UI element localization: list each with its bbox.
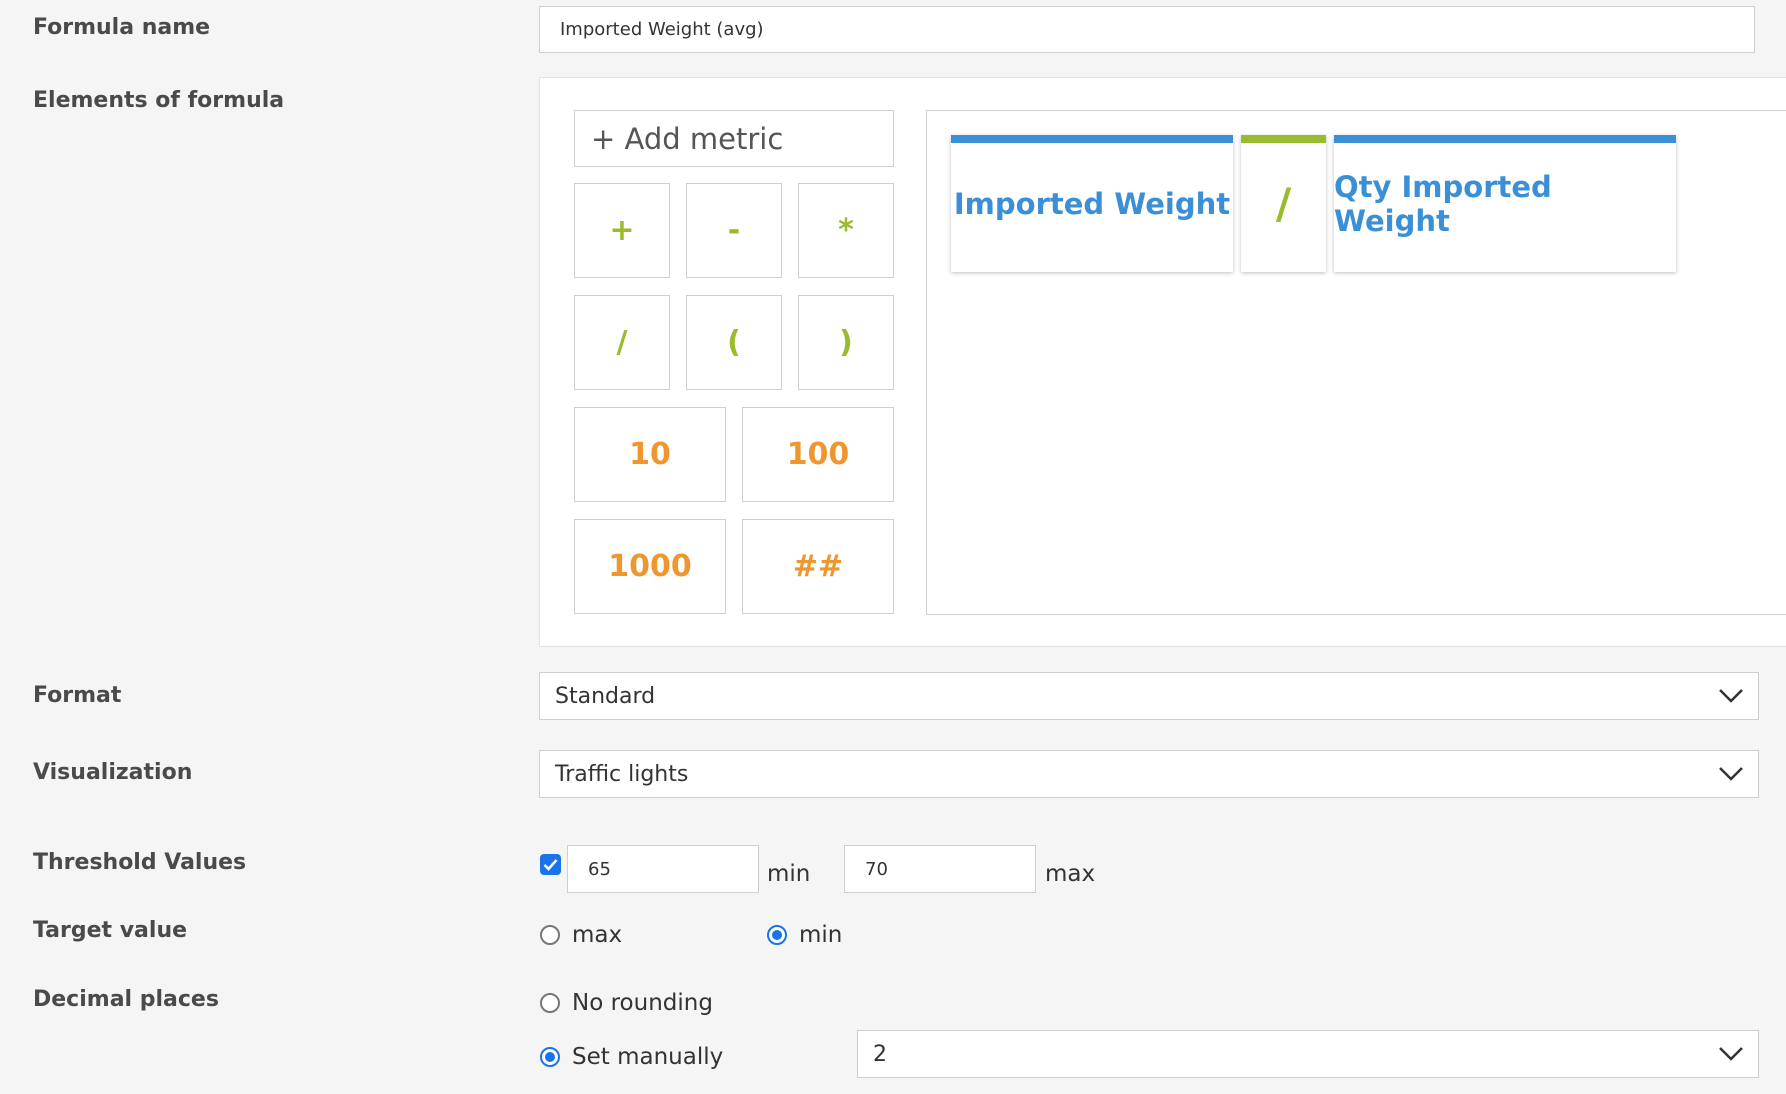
visualization-selected-value: Traffic lights — [555, 761, 689, 787]
threshold-min-input[interactable]: 65 — [567, 845, 759, 893]
formula-token-label: / — [1275, 179, 1292, 228]
formula-token-operator[interactable]: / — [1241, 135, 1326, 272]
target-max-label: max — [572, 922, 623, 948]
operator-close-paren-button[interactable]: ) — [798, 295, 894, 390]
visualization-label: Visualization — [33, 760, 193, 785]
operator-minus-button[interactable]: - — [686, 183, 782, 278]
constant-100-button[interactable]: 100 — [742, 407, 894, 502]
chevron-down-icon — [1719, 767, 1743, 781]
formula-token-metric[interactable]: Imported Weight — [951, 135, 1233, 272]
formula-name-input[interactable]: Imported Weight (avg) — [539, 6, 1755, 53]
threshold-label: Threshold Values — [33, 850, 247, 875]
set-manually-radio[interactable] — [540, 1047, 560, 1067]
formula-token-label: Qty Imported Weight — [1334, 169, 1552, 238]
set-manually-label: Set manually — [572, 1044, 724, 1070]
check-icon — [543, 859, 558, 871]
add-metric-button[interactable]: + Add metric — [574, 110, 894, 167]
formula-token-label: Imported Weight — [953, 186, 1231, 221]
decimal-places-select[interactable]: 2 — [857, 1030, 1759, 1078]
constant-10-button[interactable]: 10 — [574, 407, 726, 502]
add-metric-label: + Add metric — [591, 121, 784, 156]
chevron-down-icon — [1719, 1047, 1743, 1061]
constant-1000-button[interactable]: 1000 — [574, 519, 726, 614]
chevron-down-icon — [1719, 689, 1743, 703]
threshold-max-label: max — [1045, 861, 1096, 887]
decimal-places-value: 2 — [873, 1041, 887, 1067]
target-min-label: min — [799, 922, 843, 948]
no-rounding-label: No rounding — [572, 990, 713, 1016]
formula-token-metric[interactable]: Qty Imported Weight — [1334, 135, 1676, 272]
target-max-radio[interactable] — [540, 925, 560, 945]
threshold-checkbox[interactable] — [540, 854, 561, 875]
constant-custom-button[interactable]: ## — [742, 519, 894, 614]
formula-name-value: Imported Weight (avg) — [560, 19, 764, 40]
decimal-places-label: Decimal places — [33, 987, 219, 1012]
format-selected-value: Standard — [555, 683, 656, 709]
threshold-min-label: min — [767, 861, 811, 887]
formula-name-label: Formula name — [33, 15, 211, 40]
operator-plus-button[interactable]: + — [574, 183, 670, 278]
target-min-radio[interactable] — [767, 925, 787, 945]
operator-open-paren-button[interactable]: ( — [686, 295, 782, 390]
visualization-select[interactable]: Traffic lights — [539, 750, 1759, 798]
operator-divide-button[interactable]: / — [574, 295, 670, 390]
target-value-label: Target value — [33, 918, 188, 943]
format-select[interactable]: Standard — [539, 672, 1759, 720]
elements-label: Elements of formula — [33, 88, 285, 113]
operator-multiply-button[interactable]: * — [798, 183, 894, 278]
no-rounding-radio[interactable] — [540, 993, 560, 1013]
threshold-min-value: 65 — [588, 858, 611, 880]
threshold-max-input[interactable]: 70 — [844, 845, 1036, 893]
threshold-max-value: 70 — [865, 858, 888, 880]
format-label: Format — [33, 683, 122, 708]
